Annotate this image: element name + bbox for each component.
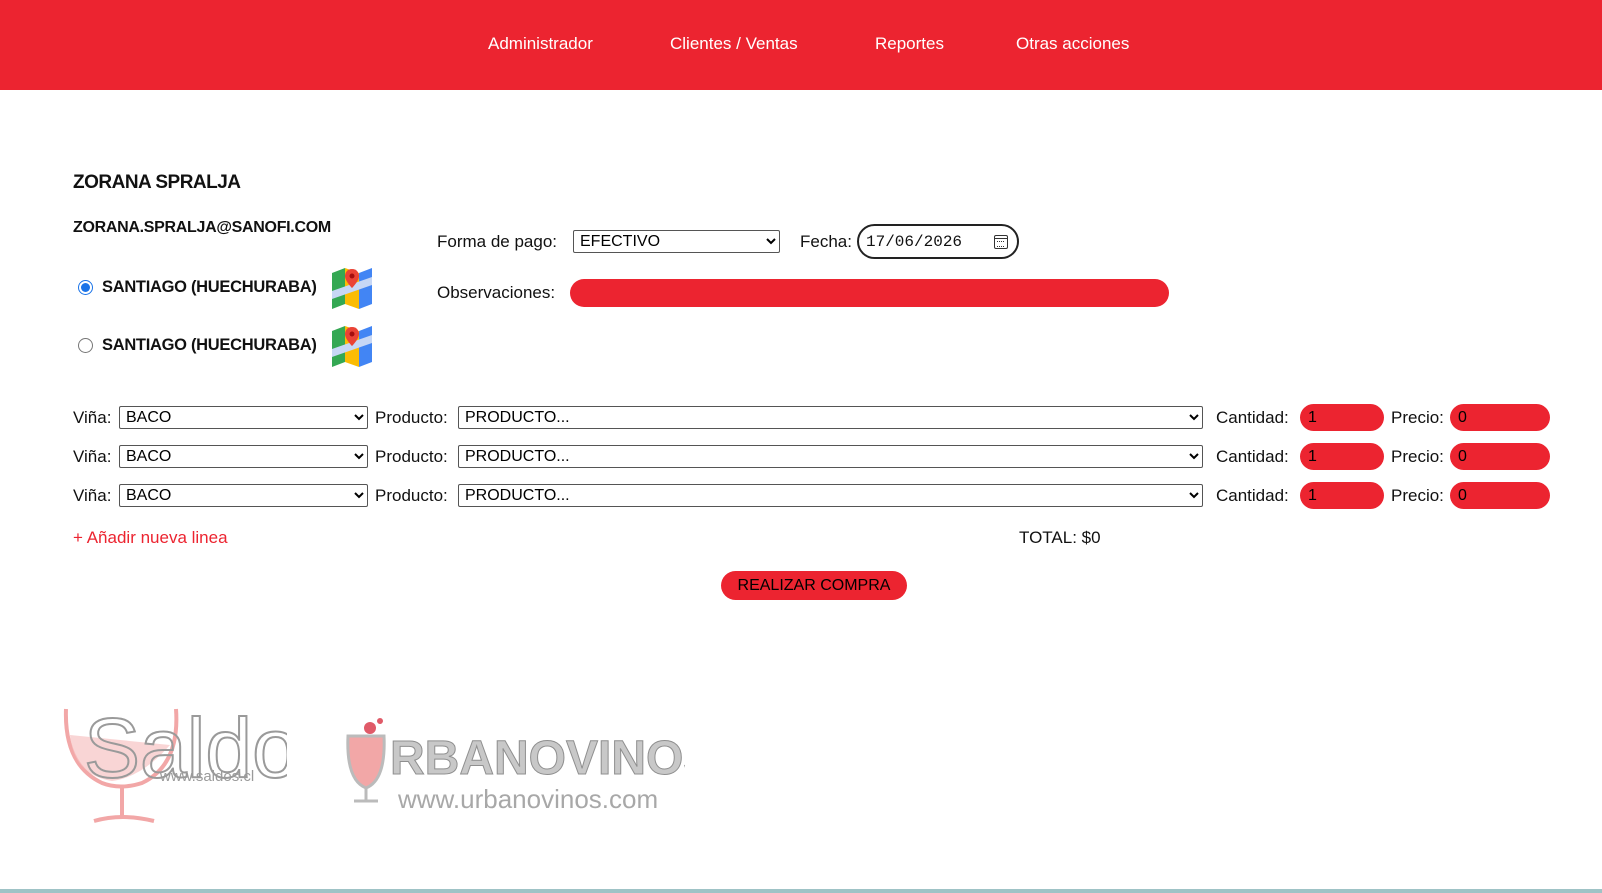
address-label: SANTIAGO (HUECHURABA) (102, 277, 317, 296)
nav-item-otras-acciones[interactable]: Otras acciones (1016, 34, 1129, 54)
vina-label: Viña: (73, 486, 112, 505)
footer-divider (0, 889, 1602, 893)
quantity-input[interactable] (1300, 404, 1384, 431)
quantity-label: Cantidad: (1216, 447, 1289, 466)
vina-label: Viña: (73, 447, 112, 466)
date-label: Fecha: (800, 232, 852, 251)
address-radio[interactable] (78, 337, 93, 353)
urbanovinos-logo-url: www.urbanovinos.com (397, 784, 658, 814)
urbanovinos-logo: RBANOVINOS www.urbanovinos.com (346, 718, 685, 814)
price-label: Precio: (1391, 447, 1444, 466)
address-label: SANTIAGO (HUECHURABA) (102, 335, 317, 354)
product-label: Producto: (375, 408, 448, 427)
product-label: Producto: (375, 447, 448, 466)
price-input[interactable] (1450, 443, 1550, 470)
nav-item-clientes-ventas[interactable]: Clientes / Ventas (670, 34, 798, 54)
vina-label: Viña: (73, 408, 112, 427)
submit-purchase-button[interactable]: REALIZAR COMPRA (721, 571, 907, 600)
vina-select[interactable]: BACO (119, 445, 368, 468)
quantity-label: Cantidad: (1216, 408, 1289, 427)
address-option[interactable]: SANTIAGO (HUECHURABA) (78, 322, 374, 368)
vina-select[interactable]: BACO (119, 406, 368, 429)
address-option[interactable]: SANTIAGO (HUECHURABA) (78, 264, 374, 310)
map-icon[interactable] (330, 265, 374, 309)
payment-method-label: Forma de pago: (437, 232, 558, 251)
urbanovinos-logo-name: RBANOVINOS (390, 732, 685, 785)
notes-label: Observaciones: (437, 283, 556, 302)
date-input[interactable]: 17/06/2026 (857, 224, 1019, 259)
address-radio[interactable] (78, 279, 93, 295)
product-label: Producto: (375, 486, 448, 505)
price-input[interactable] (1450, 404, 1550, 431)
saldos-logo: Saldos www.saldos.cl (63, 700, 287, 823)
price-label: Precio: (1391, 408, 1444, 427)
top-navigation-bar: Administrador Clientes / Ventas Reportes… (0, 0, 1602, 90)
nav-item-reportes[interactable]: Reportes (875, 34, 944, 54)
order-total: TOTAL: $0 (1019, 528, 1101, 547)
quantity-label: Cantidad: (1216, 486, 1289, 505)
vina-select[interactable]: BACO (119, 484, 368, 507)
map-icon[interactable] (330, 323, 374, 367)
quantity-input[interactable] (1300, 443, 1384, 470)
product-select[interactable]: PRODUCTO... (458, 445, 1203, 468)
saldos-logo-url: www.saldos.cl (159, 768, 254, 785)
customer-name: ZORANA SPRALJA (73, 172, 241, 193)
product-select[interactable]: PRODUCTO... (458, 406, 1203, 429)
add-line-link[interactable]: + Añadir nueva linea (73, 528, 228, 548)
payment-method-select[interactable]: EFECTIVO (573, 230, 780, 253)
price-input[interactable] (1450, 482, 1550, 509)
price-label: Precio: (1391, 486, 1444, 505)
product-select[interactable]: PRODUCTO... (458, 484, 1203, 507)
date-value: 17/06/2026 (866, 232, 963, 251)
nav-item-administrador[interactable]: Administrador (488, 34, 593, 54)
quantity-input[interactable] (1300, 482, 1384, 509)
customer-email: ZORANA.SPRALJA@SANOFI.COM (73, 219, 331, 236)
calendar-icon[interactable] (994, 235, 1008, 249)
notes-input[interactable] (570, 279, 1169, 307)
